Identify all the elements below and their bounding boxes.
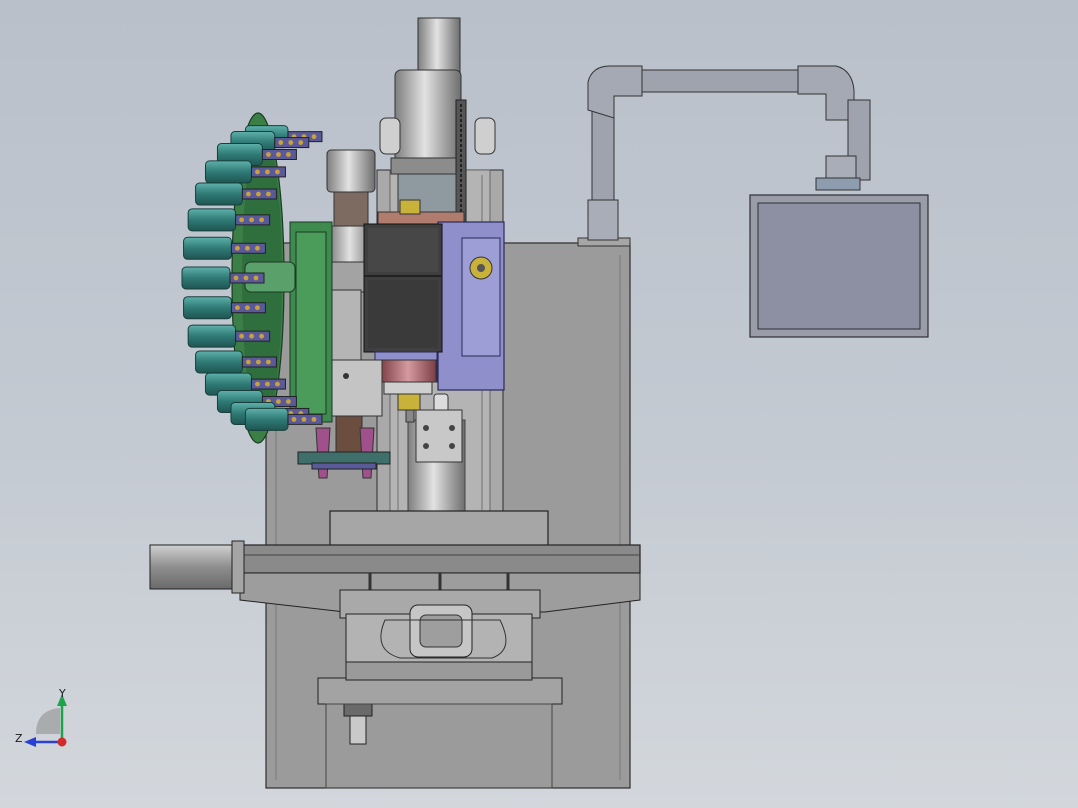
z-axis-label: Z: [15, 732, 23, 745]
origin-dot: [57, 737, 67, 747]
y-axis-label: Y: [59, 687, 66, 700]
control-monitor[interactable]: [749, 194, 929, 338]
cad-viewport[interactable]: Y Z: [0, 0, 1078, 808]
machine-assembly-drawing: [149, 17, 929, 789]
coordinate-triad: [24, 694, 67, 747]
